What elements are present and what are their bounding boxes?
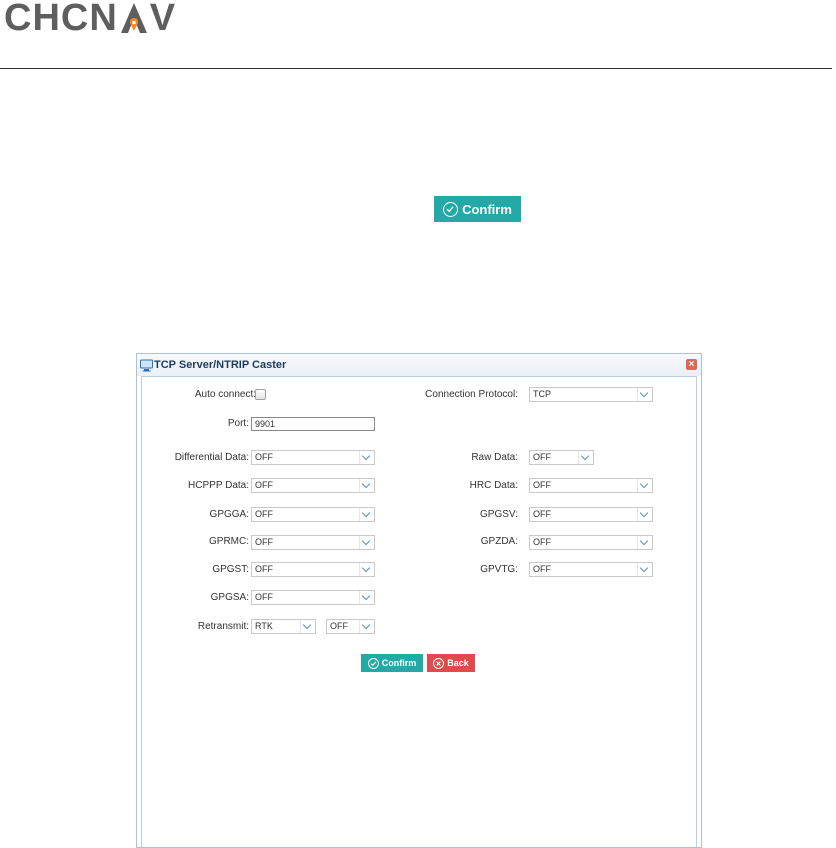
logo-text-1: CHCN bbox=[4, 0, 118, 39]
connection-protocol-label: Connection Protocol: bbox=[425, 389, 518, 400]
connection-protocol-value: TCP bbox=[533, 389, 551, 399]
chevron-down-icon bbox=[300, 620, 315, 633]
header-divider bbox=[0, 68, 832, 69]
raw-data-value: OFF bbox=[533, 452, 551, 462]
auto-connect-checkbox[interactable] bbox=[255, 389, 266, 400]
hcppp-data-label: HCPPP Data: bbox=[188, 480, 249, 491]
dialog-back-button[interactable]: Back bbox=[427, 654, 475, 672]
gpzda-value: OFF bbox=[533, 537, 551, 547]
retransmit-value: OFF bbox=[330, 621, 348, 631]
gpgsv-value: OFF bbox=[533, 509, 551, 519]
differential-data-select[interactable]: OFF bbox=[251, 450, 375, 465]
retransmit-source-select[interactable]: RTK bbox=[251, 619, 316, 634]
hcppp-data-value: OFF bbox=[255, 480, 273, 490]
gpgst-label: GPGST: bbox=[212, 564, 249, 575]
gpvtg-value: OFF bbox=[533, 564, 551, 574]
tcp-server-dialog: TCP Server/NTRIP Caster × Auto connect: … bbox=[136, 353, 702, 848]
retransmit-value-select[interactable]: OFF bbox=[326, 619, 375, 634]
gprmc-value: OFF bbox=[255, 537, 273, 547]
chevron-down-icon bbox=[578, 451, 593, 464]
doc-confirm-label: Confirm bbox=[462, 201, 512, 217]
chevron-down-icon bbox=[637, 563, 652, 576]
dialog-title: TCP Server/NTRIP Caster bbox=[154, 359, 287, 371]
retransmit-label: Retransmit: bbox=[197, 621, 249, 632]
differential-data-label: Differential Data: bbox=[174, 452, 249, 463]
gprmc-select[interactable]: OFF bbox=[251, 535, 375, 550]
port-input[interactable]: 9901 bbox=[251, 417, 375, 431]
gpgga-value: OFF bbox=[255, 509, 273, 519]
doc-confirm-button[interactable]: Confirm bbox=[434, 196, 521, 222]
connection-protocol-select[interactable]: TCP bbox=[529, 387, 653, 402]
gpgsv-label: GPGSV: bbox=[480, 509, 518, 520]
gpvtg-select[interactable]: OFF bbox=[529, 562, 653, 577]
dialog-body bbox=[141, 376, 697, 847]
logo-a-mark-icon bbox=[120, 3, 147, 33]
hcppp-data-select[interactable]: OFF bbox=[251, 478, 375, 493]
x-circle-icon bbox=[433, 657, 445, 669]
hrc-data-label: HRC Data: bbox=[469, 480, 518, 491]
check-circle-icon bbox=[367, 657, 379, 669]
gpzda-label: GPZDA: bbox=[480, 536, 518, 547]
differential-data-value: OFF bbox=[255, 452, 273, 462]
raw-data-select[interactable]: OFF bbox=[529, 450, 594, 465]
dialog-confirm-label: Confirm bbox=[381, 658, 417, 668]
close-icon[interactable]: × bbox=[686, 359, 697, 370]
chevron-down-icon bbox=[359, 591, 374, 604]
chcnav-logo: CHCN V bbox=[4, 0, 176, 39]
chevron-down-icon bbox=[637, 508, 652, 521]
monitor-icon bbox=[140, 359, 153, 371]
dialog-back-label: Back bbox=[447, 658, 469, 668]
chevron-down-icon bbox=[637, 536, 652, 549]
gpgsa-select[interactable]: OFF bbox=[251, 590, 375, 605]
chevron-down-icon bbox=[637, 479, 652, 492]
chevron-down-icon bbox=[637, 388, 652, 401]
gprmc-label: GPRMC: bbox=[209, 536, 249, 547]
dialog-titlebar: TCP Server/NTRIP Caster × bbox=[137, 354, 701, 376]
gpvtg-label: GPVTG: bbox=[480, 564, 518, 575]
gpgsa-value: OFF bbox=[255, 592, 273, 602]
raw-data-label: Raw Data: bbox=[471, 452, 518, 463]
auto-connect-label: Auto connect: bbox=[194, 389, 256, 400]
hrc-data-select[interactable]: OFF bbox=[529, 478, 653, 493]
gpgga-label: GPGGA: bbox=[209, 509, 249, 520]
gpgsa-label: GPGSA: bbox=[210, 592, 249, 603]
gpzda-select[interactable]: OFF bbox=[529, 535, 653, 550]
dialog-confirm-button[interactable]: Confirm bbox=[361, 654, 423, 672]
gpgst-value: OFF bbox=[255, 564, 273, 574]
logo-text-2: V bbox=[149, 0, 177, 39]
gpgst-select[interactable]: OFF bbox=[251, 562, 375, 577]
gpgga-select[interactable]: OFF bbox=[251, 507, 375, 522]
retransmit-source-value: RTK bbox=[255, 621, 273, 631]
port-label: Port: bbox=[227, 418, 249, 429]
gpgsv-select[interactable]: OFF bbox=[529, 507, 653, 522]
check-circle-icon bbox=[443, 201, 459, 217]
chevron-down-icon bbox=[359, 620, 374, 633]
hrc-data-value: OFF bbox=[533, 480, 551, 490]
